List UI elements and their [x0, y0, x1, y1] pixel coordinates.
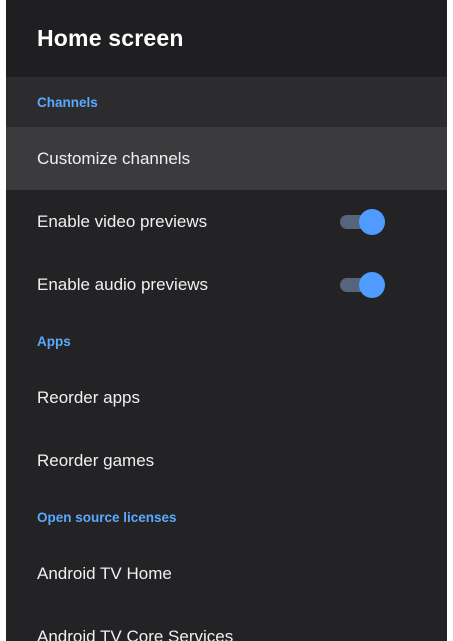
- enable-audio-previews-label: Enable audio previews: [37, 274, 209, 294]
- android-tv-home-item[interactable]: Android TV Home: [6, 542, 447, 605]
- panel-header: Home screen: [6, 0, 447, 77]
- reorder-apps-item[interactable]: Reorder apps: [6, 366, 447, 429]
- reorder-games-item[interactable]: Reorder games: [6, 429, 447, 492]
- toggle-thumb: [359, 271, 385, 298]
- toggle-thumb: [359, 208, 385, 235]
- customize-channels-item[interactable]: Customize channels: [6, 127, 447, 190]
- page-title: Home screen: [37, 25, 184, 51]
- section-header-open-source-licenses: Open source licenses: [37, 509, 177, 525]
- section-header-channels: Channels: [6, 77, 447, 127]
- android-tv-core-services-label: Android TV Core Services: [37, 626, 234, 641]
- settings-panel: Home screen Channels Customize channels …: [6, 0, 447, 641]
- audio-previews-toggle[interactable]: [339, 271, 385, 298]
- enable-audio-previews-item[interactable]: Enable audio previews: [6, 253, 447, 316]
- enable-video-previews-item[interactable]: Enable video previews: [6, 190, 447, 253]
- reorder-games-label: Reorder games: [37, 450, 155, 470]
- customize-channels-label: Customize channels: [37, 148, 191, 168]
- section-header-apps: Apps: [37, 333, 71, 349]
- video-previews-toggle[interactable]: [339, 208, 385, 235]
- reorder-apps-label: Reorder apps: [37, 387, 141, 407]
- android-tv-home-label: Android TV Home: [37, 563, 172, 583]
- enable-video-previews-label: Enable video previews: [37, 211, 208, 231]
- android-tv-core-services-item[interactable]: Android TV Core Services: [6, 605, 447, 641]
